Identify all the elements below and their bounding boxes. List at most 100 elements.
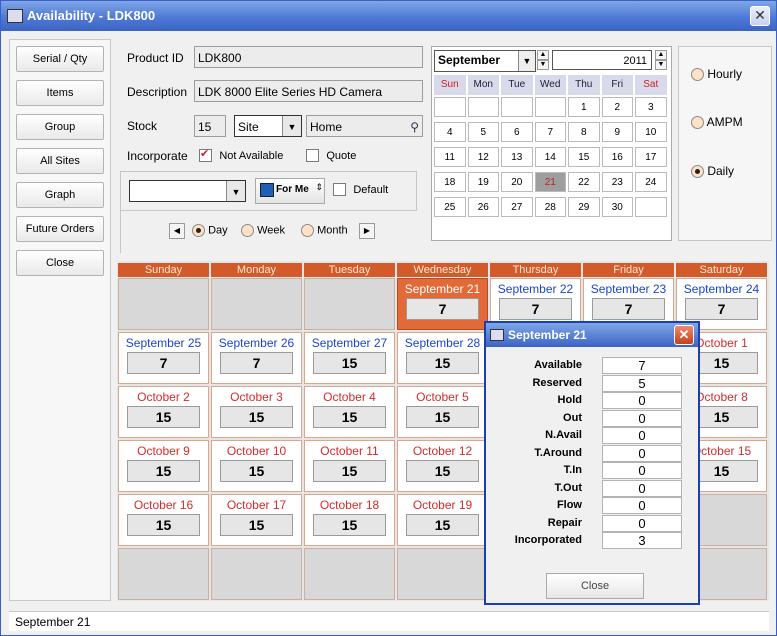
day-cell-quantity[interactable]: 15 [406,352,479,374]
calendar-day[interactable]: 29 [568,197,600,217]
calendar-day[interactable]: 13 [501,147,533,167]
day-cell[interactable]: October 18 15 [304,494,395,546]
for-me-button[interactable]: For Me ⇕ [255,178,325,204]
day-cell[interactable]: October 9 15 [118,440,209,492]
calendar-day[interactable]: 21 [534,172,566,192]
day-cell[interactable]: October 2 15 [118,386,209,438]
calendar-day[interactable]: 23 [601,172,633,192]
month-down-icon[interactable]: ▼ [537,60,549,70]
calendar-day[interactable]: 4 [434,122,466,142]
calendar-day[interactable]: 22 [568,172,600,192]
chevron-down-icon[interactable]: ▼ [226,181,245,201]
day-cell-quantity[interactable]: 15 [406,406,479,428]
calendar-day[interactable]: 24 [635,172,667,192]
year-up-icon[interactable]: ▲ [655,50,667,60]
stepper-icon[interactable]: ⇕ [315,182,323,193]
month-select[interactable]: September ▼ [434,50,536,72]
default-checkbox[interactable] [333,183,346,197]
day-cell[interactable]: October 12 15 [397,440,488,492]
calendar-day[interactable]: 20 [501,172,533,192]
description-field[interactable]: LDK 8000 Elite Series HD Camera [194,80,423,102]
quote-option[interactable]: Quote [306,148,356,163]
day-cell[interactable]: September 21 7 [397,278,488,330]
day-cell[interactable]: October 4 15 [304,386,395,438]
future-orders-button[interactable]: Future Orders [16,216,104,242]
calendar-day[interactable]: 5 [467,122,499,142]
day-cell-quantity[interactable]: 7 [127,352,200,374]
items-button[interactable]: Items [16,80,104,106]
calendar-day[interactable]: 6 [501,122,533,142]
month-option[interactable]: Month [301,224,348,237]
window-close-icon[interactable]: ✕ [750,6,770,26]
popup-close-button[interactable]: Close [546,573,644,599]
site-select[interactable]: Site ▼ [234,115,302,137]
default-option[interactable]: Default [333,182,388,197]
day-cell[interactable]: October 11 15 [304,440,395,492]
chevron-down-icon[interactable]: ▼ [282,116,301,136]
month-up-icon[interactable]: ▲ [537,50,549,60]
not-available-checkbox[interactable] [199,147,212,163]
calendar-day[interactable]: 3 [635,97,667,117]
daily-option[interactable]: Daily [691,164,734,179]
calendar-day[interactable]: 7 [534,122,566,142]
calendar-day[interactable]: 30 [601,197,633,217]
day-cell[interactable]: October 3 15 [211,386,302,438]
day-cell-quantity[interactable]: 7 [499,298,572,320]
chevron-down-icon[interactable]: ▼ [518,51,535,71]
day-cell-quantity[interactable]: 7 [220,352,293,374]
calendar-day[interactable]: 19 [467,172,499,192]
filter-dropdown[interactable]: ▼ [129,180,246,202]
all-sites-button[interactable]: All Sites [16,148,104,174]
day-cell-quantity[interactable]: 15 [406,460,479,482]
calendar-day[interactable]: 9 [601,122,633,142]
day-cell-quantity[interactable]: 15 [406,514,479,536]
calendar-day[interactable]: 2 [601,97,633,117]
day-cell-quantity[interactable]: 15 [220,514,293,536]
calendar-day[interactable]: 8 [568,122,600,142]
prev-arrow-icon[interactable]: ◀ [169,223,185,239]
popup-close-icon[interactable]: ✕ [674,325,694,345]
calendar-day[interactable]: 12 [467,147,499,167]
calendar-day[interactable]: 18 [434,172,466,192]
calendar-day[interactable]: 14 [534,147,566,167]
calendar-day[interactable]: 26 [467,197,499,217]
next-arrow-icon[interactable]: ▶ [359,223,375,239]
calendar-day[interactable]: 25 [434,197,466,217]
day-cell-quantity[interactable]: 15 [220,406,293,428]
serial-qty-button[interactable]: Serial / Qty [16,46,104,72]
year-down-icon[interactable]: ▼ [655,60,667,70]
calendar-day[interactable]: 28 [534,197,566,217]
day-cell-quantity[interactable]: 15 [127,514,200,536]
year-field[interactable]: 2011 [552,50,652,70]
day-cell-quantity[interactable]: 15 [127,406,200,428]
day-cell-quantity[interactable]: 15 [313,406,386,428]
day-option[interactable]: Day [192,224,228,237]
calendar-day[interactable]: 1 [568,97,600,117]
calendar-day[interactable]: 10 [635,122,667,142]
search-icon[interactable]: ⚲ [410,116,419,138]
month-radio[interactable] [301,224,314,237]
day-cell-quantity[interactable]: 7 [592,298,665,320]
calendar-day[interactable]: 11 [434,147,466,167]
day-cell[interactable]: September 27 15 [304,332,395,384]
day-cell-quantity[interactable]: 15 [313,514,386,536]
hourly-option[interactable]: Hourly [691,67,742,82]
daily-radio[interactable] [691,165,704,179]
ampm-option[interactable]: AMPM [691,115,743,130]
day-cell[interactable]: October 17 15 [211,494,302,546]
calendar-day[interactable]: 27 [501,197,533,217]
product-id-field[interactable]: LDK800 [194,46,423,68]
day-cell[interactable]: September 28 15 [397,332,488,384]
day-cell-quantity[interactable]: 15 [313,352,386,374]
quote-checkbox[interactable] [306,149,319,163]
week-radio[interactable] [241,224,254,237]
day-radio[interactable] [192,224,205,237]
close-button[interactable]: Close [16,250,104,276]
calendar-day[interactable]: 17 [635,147,667,167]
day-cell-quantity[interactable]: 15 [220,460,293,482]
week-option[interactable]: Week [241,224,285,237]
day-cell[interactable]: September 26 7 [211,332,302,384]
calendar-day[interactable]: 15 [568,147,600,167]
day-cell[interactable]: October 10 15 [211,440,302,492]
hourly-radio[interactable] [691,68,704,82]
